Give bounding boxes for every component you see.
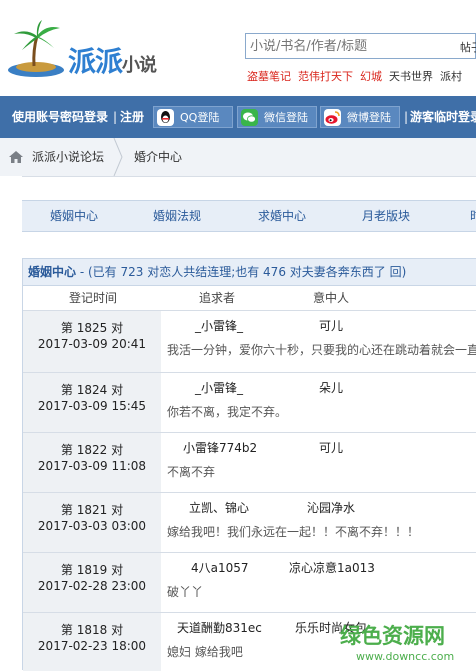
- row-rank: 第 1822 对: [60, 443, 124, 457]
- tab-more[interactable]: 时: [470, 201, 476, 231]
- weibo-icon: [324, 109, 341, 126]
- row-suitor-link[interactable]: _小雷锋_: [195, 379, 243, 396]
- qq-icon: [157, 109, 174, 126]
- tab-proposal-center[interactable]: 求婚中心: [258, 201, 306, 231]
- watermark: 绿色资源网 www.downcc.com: [336, 620, 476, 670]
- row-target-link[interactable]: 凉心凉意1a013: [289, 559, 375, 576]
- site-header: 派派小说 帖子 盗墓笔记范伟打天下幻城天书世界派村: [0, 0, 476, 96]
- row-rank: 第 1819 对: [60, 563, 124, 577]
- watermark-url: www.downcc.com: [356, 650, 455, 663]
- wechat-icon: [241, 109, 258, 126]
- row-date: 2017-03-09 20:41: [37, 337, 147, 351]
- row-date: 2017-02-23 18:00: [37, 639, 147, 653]
- panel-summary: - (已有 723 对恋人共结连理;也有 476 对夫妻各奔东西了 回): [76, 265, 407, 279]
- row-target-link[interactable]: 可儿: [319, 439, 343, 456]
- table-row: 第 1825 对 2017-03-09 20:41 _小雷锋_ 可儿我活一分钟，爱你六…: [23, 310, 476, 373]
- marriage-panel: 婚姻中心 - (已有 723 对恋人共结连理;也有 476 对夫妻各奔东西了 回…: [22, 258, 476, 671]
- table-row: 第 1819 对 2017-02-28 23:00 4八a1057 凉心凉意1a013…: [23, 552, 476, 613]
- row-rank: 第 1821 对: [60, 503, 124, 517]
- watermark-text: 绿色资源网: [340, 624, 445, 648]
- table-row: 第 1821 对 2017-03-03 03:00 立凯、锦心 沁园净水嫁给我吧！我们…: [23, 492, 476, 553]
- row-target-link[interactable]: 沁园净水: [307, 499, 355, 516]
- palm-island-icon: [8, 20, 64, 77]
- breadcrumb-forum[interactable]: 派派小说论坛: [32, 138, 104, 176]
- panel-header: 婚姻中心 - (已有 723 对恋人共结连理;也有 476 对夫妻各奔东西了 回…: [23, 258, 476, 286]
- row-message: 我活一分钟，爱你六十秒，只要我的心还在跳动着就会一直: [167, 343, 476, 357]
- row-target-link[interactable]: 朵儿: [319, 379, 343, 396]
- row-message: 媳妇 嫁给我吧: [167, 645, 243, 659]
- hot-keyword-link[interactable]: 天书世界: [389, 70, 433, 83]
- row-date: 2017-03-03 03:00: [37, 519, 147, 533]
- table-row: 第 1824 对 2017-03-09 15:45 _小雷锋_ 朵儿你若不离，我定不弃…: [23, 372, 476, 433]
- logo-text: 派派小说: [68, 45, 157, 78]
- hot-keyword-link[interactable]: 范伟打天下: [298, 70, 353, 83]
- hot-keywords: 盗墓笔记 范伟打天下 幻城 天书世界 派村: [247, 68, 469, 84]
- row-target-link[interactable]: 可儿: [319, 317, 343, 334]
- login-bar: 使用账号密码登录 | 注册 QQ登陆 微信登陆 微博登陆 | 游客临时登录: [0, 96, 476, 138]
- column-header-suitor: 追求者: [199, 291, 236, 305]
- row-rank: 第 1824 对: [60, 383, 124, 397]
- wechat-login-button[interactable]: 微信登陆: [237, 106, 317, 128]
- home-icon[interactable]: [8, 150, 24, 167]
- column-header-date: 登记时间: [69, 291, 118, 305]
- site-logo[interactable]: 派派小说: [6, 18, 176, 80]
- hot-keyword-link[interactable]: 派村: [440, 70, 462, 83]
- divider: |: [113, 110, 118, 124]
- row-date: 2017-02-28 23:00: [37, 579, 147, 593]
- row-suitor-link[interactable]: 立凯、锦心: [189, 499, 249, 516]
- hot-keyword-link[interactable]: 盗墓笔记: [247, 70, 291, 83]
- divider: |: [404, 110, 409, 124]
- weibo-login-button[interactable]: 微博登陆: [320, 106, 400, 128]
- tab-marriage-law[interactable]: 婚姻法规: [153, 201, 201, 231]
- row-suitor-link[interactable]: 4八a1057: [191, 559, 249, 576]
- register-link[interactable]: 注册: [120, 96, 144, 138]
- row-rank: 第 1818 对: [60, 623, 124, 637]
- section-tabs: 婚姻中心 婚姻法规 求婚中心 月老版块 时: [22, 200, 476, 232]
- panel-title[interactable]: 婚姻中心: [28, 265, 76, 279]
- row-message: 嫁给我吧！我们永远在一起！！不离不弃！！！: [167, 525, 420, 539]
- row-message: 不离不弃: [167, 465, 216, 479]
- column-header-target: 意中人: [313, 291, 350, 305]
- guest-login-link[interactable]: 游客临时登录: [410, 96, 476, 138]
- search-box: 帖子: [245, 33, 476, 59]
- search-input[interactable]: [246, 34, 450, 58]
- row-date: 2017-03-09 15:45: [37, 399, 147, 413]
- row-date: 2017-03-09 11:08: [37, 459, 147, 473]
- row-rank: 第 1825 对: [60, 321, 124, 335]
- tab-matchmaker[interactable]: 月老版块: [362, 201, 410, 231]
- qq-login-button[interactable]: QQ登陆: [153, 106, 233, 128]
- tab-marriage-center[interactable]: 婚姻中心: [50, 201, 98, 231]
- account-login-link[interactable]: 使用账号密码登录: [12, 96, 108, 138]
- row-suitor-link[interactable]: _小雷锋_: [195, 317, 243, 334]
- row-suitor-link[interactable]: 天道酬勤831ec: [177, 619, 262, 636]
- breadcrumb-chevron-icon: [113, 138, 123, 176]
- search-type-selector[interactable]: 帖子: [460, 39, 476, 55]
- hot-keyword-link[interactable]: 幻城: [360, 70, 382, 83]
- row-message: 破丫丫: [167, 585, 204, 599]
- table-row: 第 1822 对 2017-03-09 11:08 小雷锋774b2 可儿不离不弃: [23, 432, 476, 493]
- breadcrumb-current: 婚介中心: [134, 150, 183, 164]
- row-message: 你若不离，我定不弃。: [167, 405, 288, 419]
- row-suitor-link[interactable]: 小雷锋774b2: [183, 439, 257, 456]
- left-gutter: [0, 176, 22, 670]
- breadcrumb: 派派小说论坛 婚介中心: [0, 138, 476, 177]
